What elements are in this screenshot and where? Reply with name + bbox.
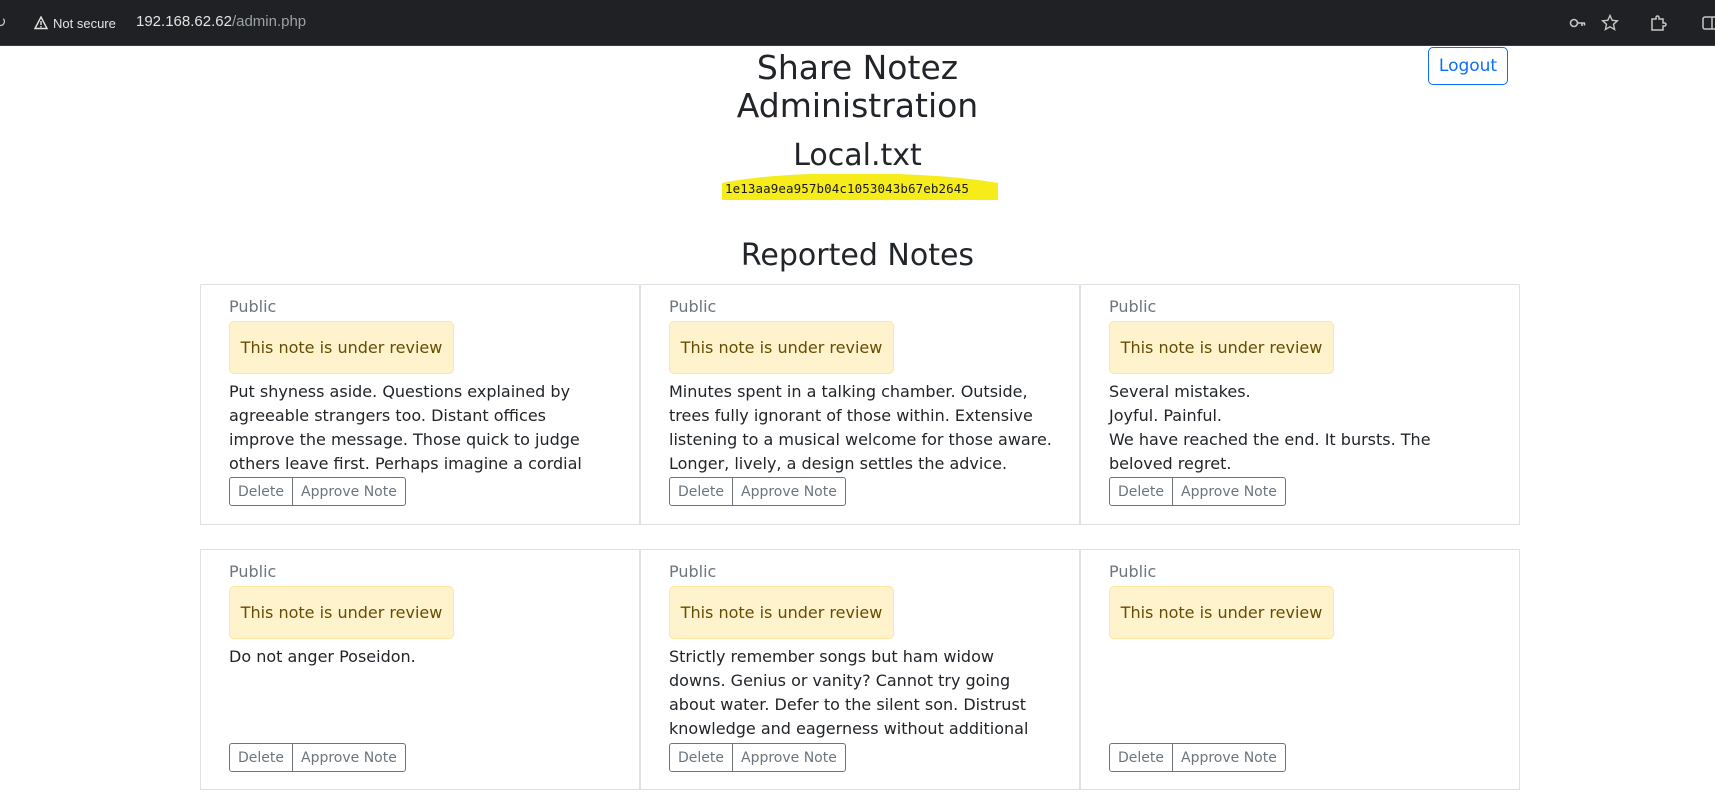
approve-note-button[interactable]: Approve Note	[293, 743, 406, 772]
visibility-label: Public	[669, 562, 717, 581]
note-text: Do not anger Poseidon.	[229, 647, 416, 666]
delete-button[interactable]: Delete	[669, 477, 733, 506]
security-chip[interactable]: Not secure	[34, 12, 116, 34]
url-host: 192.168.62.62	[136, 13, 232, 30]
note-text: Minutes spent in a talking chamber. Outs…	[669, 382, 1052, 473]
review-alert: This note is under review	[1109, 586, 1334, 639]
warning-icon	[34, 16, 48, 30]
visibility-label: Public	[1109, 562, 1157, 581]
note-card: Public This note is under review Put shy…	[200, 284, 640, 525]
logout-button[interactable]: Logout	[1428, 47, 1508, 85]
browser-toolbar: ↻ Not secure 192.168.62.62/admin.php	[0, 0, 1715, 46]
delete-button[interactable]: Delete	[669, 743, 733, 772]
delete-button[interactable]: Delete	[229, 743, 293, 772]
delete-button[interactable]: Delete	[1109, 477, 1173, 506]
review-alert: This note is under review	[229, 321, 454, 374]
note-text: Several mistakes. Joyful. Painful. We ha…	[1109, 382, 1431, 473]
admin-page: Share Notez Administration Logout Local.…	[0, 46, 1715, 810]
note-actions: Delete Approve Note	[669, 477, 846, 506]
note-actions: Delete Approve Note	[1109, 743, 1286, 772]
address-bar[interactable]: 192.168.62.62/admin.php	[136, 13, 306, 30]
approve-note-button[interactable]: Approve Note	[733, 743, 846, 772]
note-actions: Delete Approve Note	[669, 743, 846, 772]
visibility-label: Public	[1109, 297, 1157, 316]
delete-button[interactable]: Delete	[1109, 743, 1173, 772]
note-actions: Delete Approve Note	[229, 477, 406, 506]
delete-button[interactable]: Delete	[229, 477, 293, 506]
reload-icon[interactable]: ↻	[0, 14, 10, 30]
key-icon[interactable]	[1568, 13, 1588, 33]
note-card: Public This note is under review Several…	[1080, 284, 1520, 525]
visibility-label: Public	[229, 297, 277, 316]
hash-block: 1e13aa9ea957b04c1053043b67eb2645	[722, 174, 998, 200]
review-alert: This note is under review	[669, 321, 894, 374]
approve-note-button[interactable]: Approve Note	[1173, 477, 1286, 506]
note-card: Public This note is under review Minutes…	[640, 284, 1080, 525]
note-actions: Delete Approve Note	[1109, 477, 1286, 506]
visibility-label: Public	[229, 562, 277, 581]
local-file-title: Local.txt	[793, 138, 922, 173]
approve-note-button[interactable]: Approve Note	[293, 477, 406, 506]
security-label: Not secure	[53, 15, 116, 31]
note-card: Public This note is under review Delete …	[1080, 549, 1520, 790]
reported-notes-title: Reported Notes	[740, 238, 975, 273]
hash-value: 1e13aa9ea957b04c1053043b67eb2645	[725, 181, 970, 196]
review-alert: This note is under review	[229, 586, 454, 639]
visibility-label: Public	[669, 297, 717, 316]
note-card: Public This note is under review Do not …	[200, 549, 640, 790]
approve-note-button[interactable]: Approve Note	[1173, 743, 1286, 772]
review-alert: This note is under review	[669, 586, 894, 639]
side-panel-icon[interactable]	[1700, 13, 1715, 33]
extensions-icon[interactable]	[1648, 13, 1668, 33]
title-line-1: Share Notez	[756, 48, 959, 87]
note-actions: Delete Approve Note	[229, 743, 406, 772]
bookmark-star-icon[interactable]	[1600, 13, 1620, 33]
review-alert: This note is under review	[1109, 321, 1334, 374]
title-line-2: Administration	[736, 86, 979, 125]
url-path: /admin.php	[231, 13, 307, 30]
approve-note-button[interactable]: Approve Note	[733, 477, 846, 506]
note-card: Public This note is under review Strictl…	[640, 549, 1080, 790]
